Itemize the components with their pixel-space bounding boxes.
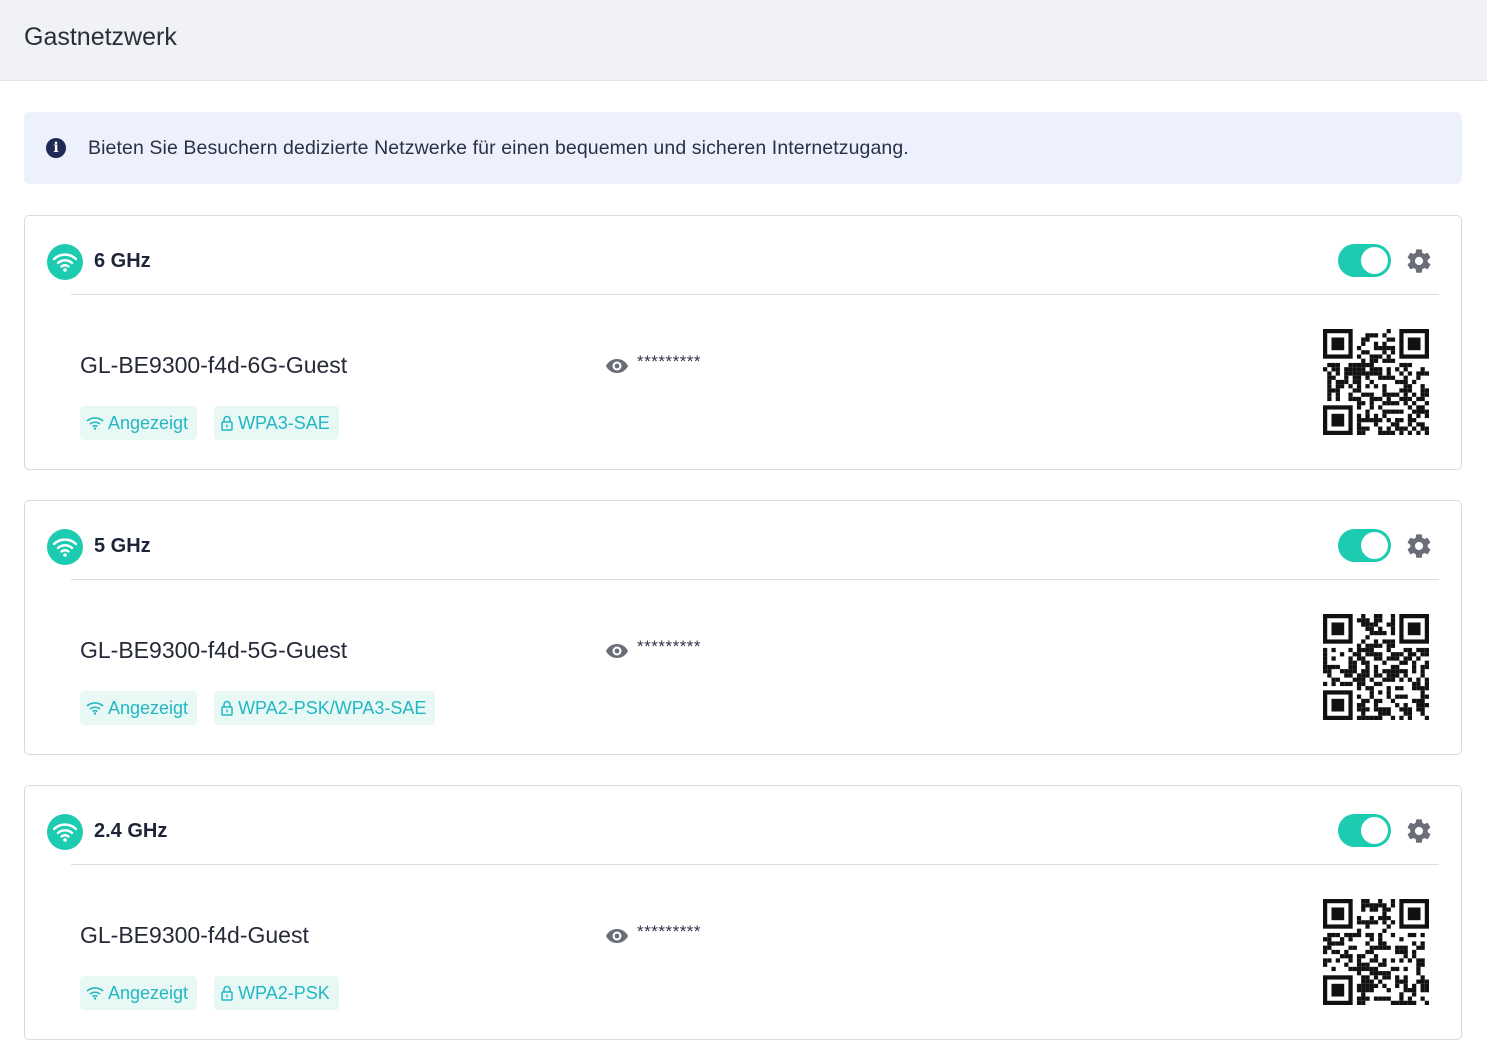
gear-icon[interactable] — [1405, 532, 1433, 560]
broadcast-tag: Angezeigt — [80, 406, 198, 440]
network-card-6ghz: 6 GHz GL-BE9300-f4d-6G-Guest ********* A… — [24, 215, 1462, 470]
lock-icon — [221, 700, 233, 716]
security-label: WPA3-SAE — [238, 412, 330, 433]
ssid-name: GL-BE9300-f4d-Guest — [80, 922, 309, 948]
eye-icon[interactable] — [605, 924, 629, 948]
ssid-name: GL-BE9300-f4d-6G-Guest — [80, 352, 348, 378]
password-field: ********* — [605, 352, 701, 378]
tag-list: Angezeigt WPA3-SAE — [80, 406, 356, 440]
enable-toggle[interactable] — [1338, 814, 1391, 847]
password-masked: ********* — [637, 352, 702, 371]
wifi-small-icon — [86, 702, 104, 715]
security-tag: WPA2-PSK — [214, 976, 339, 1010]
broadcast-tag: Angezeigt — [80, 691, 198, 725]
card-header: 5 GHz — [25, 501, 1461, 580]
network-card-5ghz: 5 GHz GL-BE9300-f4d-5G-Guest ********* A… — [24, 500, 1462, 755]
band-label: 2.4 GHz — [94, 820, 168, 842]
card-header: 6 GHz — [25, 216, 1461, 295]
broadcast-tag: Angezeigt — [80, 976, 198, 1010]
password-masked: ********* — [637, 922, 702, 941]
broadcast-label: Angezeigt — [108, 697, 189, 718]
wifi-icon — [47, 529, 83, 565]
divider — [71, 579, 1439, 580]
page-header: Gastnetzwerk — [0, 0, 1487, 81]
ssid-name: GL-BE9300-f4d-5G-Guest — [80, 637, 348, 663]
security-label: WPA2-PSK — [238, 982, 330, 1003]
wifi-icon — [47, 244, 83, 280]
security-label: WPA2-PSK/WPA3-SAE — [238, 697, 427, 718]
enable-toggle[interactable] — [1338, 244, 1391, 277]
page-title: Gastnetzwerk — [24, 22, 177, 51]
eye-icon[interactable] — [605, 354, 629, 378]
broadcast-label: Angezeigt — [108, 412, 189, 433]
info-text: Bieten Sie Besuchern dedizierte Netzwerk… — [88, 136, 909, 159]
lock-icon — [221, 415, 233, 431]
password-field: ********* — [605, 922, 701, 948]
gear-icon[interactable] — [1405, 817, 1433, 845]
wifi-small-icon — [86, 987, 104, 1000]
security-tag: WPA3-SAE — [214, 406, 339, 440]
eye-icon[interactable] — [605, 639, 629, 663]
network-card-2-4ghz: 2.4 GHz GL-BE9300-f4d-Guest ********* An… — [24, 785, 1462, 1040]
gear-icon[interactable] — [1405, 247, 1433, 275]
band-label: 5 GHz — [94, 535, 151, 557]
band-label: 6 GHz — [94, 250, 151, 272]
security-tag: WPA2-PSK/WPA3-SAE — [214, 691, 436, 725]
lock-icon — [221, 985, 233, 1001]
password-field: ********* — [605, 637, 701, 663]
qr-code[interactable] — [1323, 899, 1429, 1005]
qr-code[interactable] — [1323, 329, 1429, 435]
password-masked: ********* — [637, 637, 702, 656]
wifi-small-icon — [86, 417, 104, 430]
info-icon: i — [46, 138, 66, 158]
wifi-icon — [47, 814, 83, 850]
enable-toggle[interactable] — [1338, 529, 1391, 562]
tag-list: Angezeigt WPA2-PSK — [80, 976, 356, 1010]
qr-code[interactable] — [1323, 614, 1429, 720]
tag-list: Angezeigt WPA2-PSK/WPA3-SAE — [80, 691, 452, 725]
card-header: 2.4 GHz — [25, 786, 1461, 865]
divider — [71, 864, 1439, 865]
divider — [71, 294, 1439, 295]
info-banner: i Bieten Sie Besuchern dedizierte Netzwe… — [24, 112, 1462, 184]
broadcast-label: Angezeigt — [108, 982, 189, 1003]
